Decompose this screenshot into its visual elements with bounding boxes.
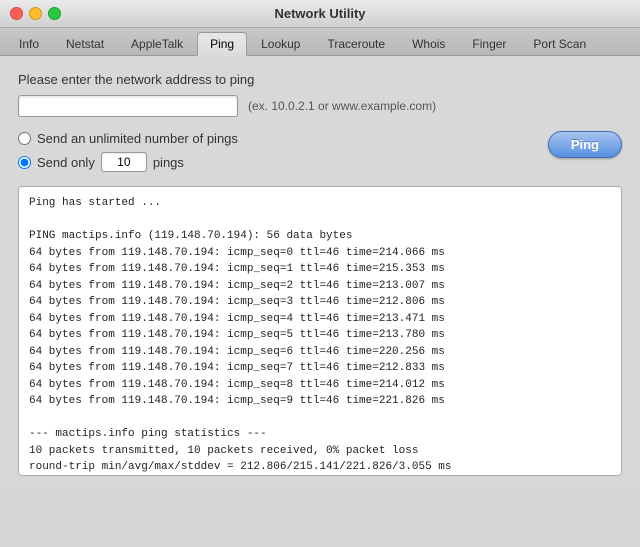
ping-button[interactable]: Ping [548, 131, 622, 158]
pings-count-input[interactable] [101, 152, 147, 172]
main-content: Please enter the network address to ping… [0, 56, 640, 488]
unlimited-radio-row: Send an unlimited number of pings [18, 131, 238, 146]
window-title: Network Utility [274, 6, 365, 21]
tab-whois[interactable]: Whois [399, 32, 458, 55]
traffic-lights [10, 7, 61, 20]
tabbar: Info Netstat AppleTalk Ping Lookup Trace… [0, 28, 640, 56]
pings-suffix: pings [153, 155, 184, 170]
titlebar: Network Utility [0, 0, 640, 28]
sendonly-label[interactable]: Send only [37, 155, 95, 170]
sendonly-radio[interactable] [18, 156, 31, 169]
ping-output: Ping has started ... PING mactips.info (… [18, 186, 622, 476]
address-input[interactable] [18, 95, 238, 117]
tab-info[interactable]: Info [6, 32, 52, 55]
tab-traceroute[interactable]: Traceroute [314, 32, 398, 55]
tab-lookup[interactable]: Lookup [248, 32, 313, 55]
tab-appletalk[interactable]: AppleTalk [118, 32, 196, 55]
address-hint: (ex. 10.0.2.1 or www.example.com) [248, 99, 436, 113]
address-row: (ex. 10.0.2.1 or www.example.com) [18, 95, 622, 117]
minimize-button[interactable] [29, 7, 42, 20]
unlimited-label[interactable]: Send an unlimited number of pings [37, 131, 238, 146]
close-button[interactable] [10, 7, 23, 20]
tab-ping[interactable]: Ping [197, 32, 247, 56]
sendonly-radio-row: Send only pings [18, 152, 238, 172]
tab-finger[interactable]: Finger [459, 32, 519, 55]
unlimited-radio[interactable] [18, 132, 31, 145]
options-area: Send an unlimited number of pings Send o… [18, 131, 238, 172]
maximize-button[interactable] [48, 7, 61, 20]
tab-portscan[interactable]: Port Scan [520, 32, 599, 55]
tab-netstat[interactable]: Netstat [53, 32, 117, 55]
address-prompt: Please enter the network address to ping [18, 72, 622, 87]
